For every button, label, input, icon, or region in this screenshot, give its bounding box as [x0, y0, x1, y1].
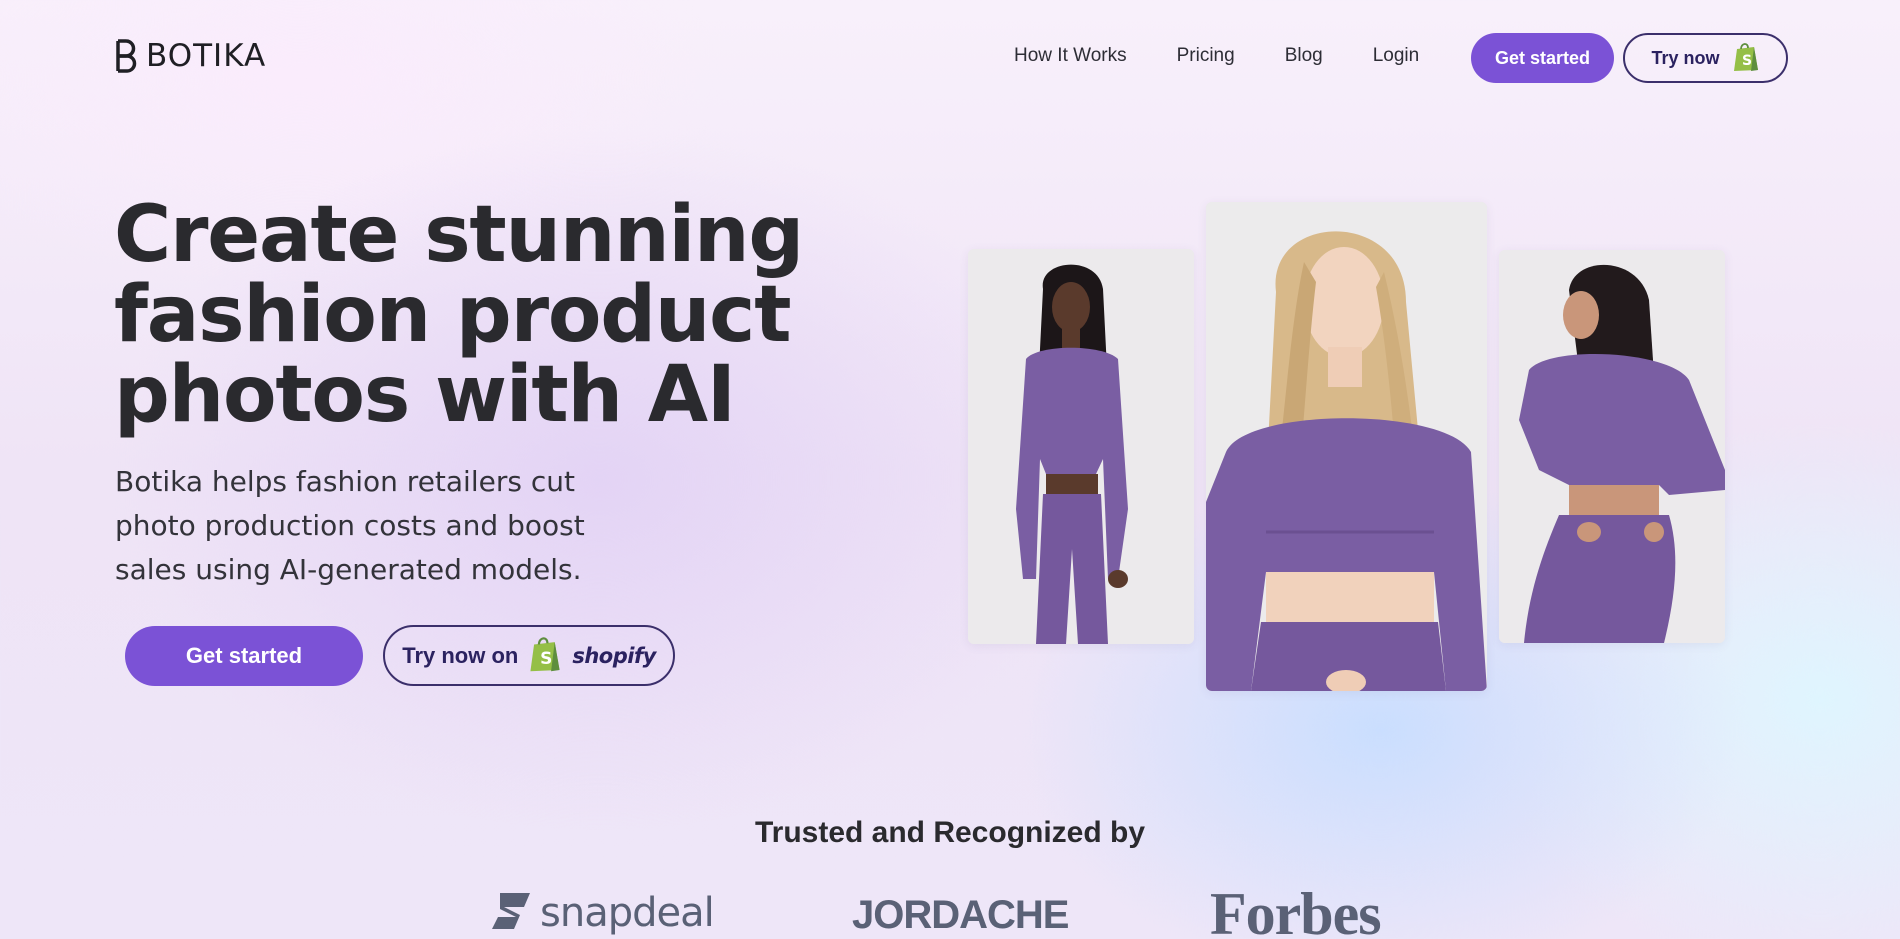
hero-get-started-button[interactable]: Get started: [125, 626, 363, 686]
svg-text:S: S: [540, 648, 552, 668]
nav-link-login[interactable]: Login: [1373, 45, 1420, 67]
botika-logo-icon: [114, 38, 140, 74]
nav-get-started-button[interactable]: Get started: [1471, 33, 1614, 83]
top-navigation: BOTIKA How It Works Pricing Blog Login G…: [0, 0, 1900, 115]
hero-try-now-label: Try now on: [402, 642, 519, 668]
nav-link-how-it-works[interactable]: How It Works: [1014, 45, 1127, 67]
model-photo-front: [968, 249, 1194, 644]
model-back-icon: [1499, 250, 1725, 643]
snapdeal-logo-icon: [490, 891, 534, 936]
svg-text:S: S: [1742, 53, 1752, 69]
nav-links: How It Works Pricing Blog Login: [1000, 45, 1469, 67]
hero-try-now-shopify-button[interactable]: Try now on S shopify: [383, 625, 675, 686]
jordache-logo: JORDACHE: [852, 893, 1069, 937]
shopify-bag-icon: S: [528, 633, 562, 679]
hero-get-started-label: Get started: [185, 643, 303, 668]
model-front-icon: [968, 249, 1194, 644]
snapdeal-logo: snapdeal: [490, 890, 715, 936]
hero-subtitle: Botika helps fashion retailers cut photo…: [115, 465, 585, 586]
shopify-bag-icon: S: [1732, 40, 1760, 77]
nav-link-blog[interactable]: Blog: [1285, 45, 1323, 67]
forbes-logo: Forbes: [1210, 881, 1382, 939]
snapdeal-wordmark: snapdeal: [540, 890, 715, 936]
trust-section-title: Trusted and Recognized by: [754, 816, 1146, 849]
nav-try-now-button[interactable]: Try now S: [1623, 33, 1788, 83]
model-closeup-icon: [1206, 202, 1487, 691]
nav-link-pricing[interactable]: Pricing: [1177, 45, 1235, 67]
shopify-wordmark: shopify: [572, 643, 656, 668]
botika-logo[interactable]: BOTIKA: [114, 38, 266, 74]
logo-wordmark: BOTIKA: [146, 38, 267, 74]
nav-get-started-label: Get started: [1494, 47, 1591, 68]
hero-title: Create stunning fashion product photos w…: [114, 190, 804, 440]
model-photo-back: [1499, 250, 1725, 643]
nav-try-now-label: Try now: [1651, 47, 1720, 68]
model-photo-closeup: [1206, 202, 1487, 691]
